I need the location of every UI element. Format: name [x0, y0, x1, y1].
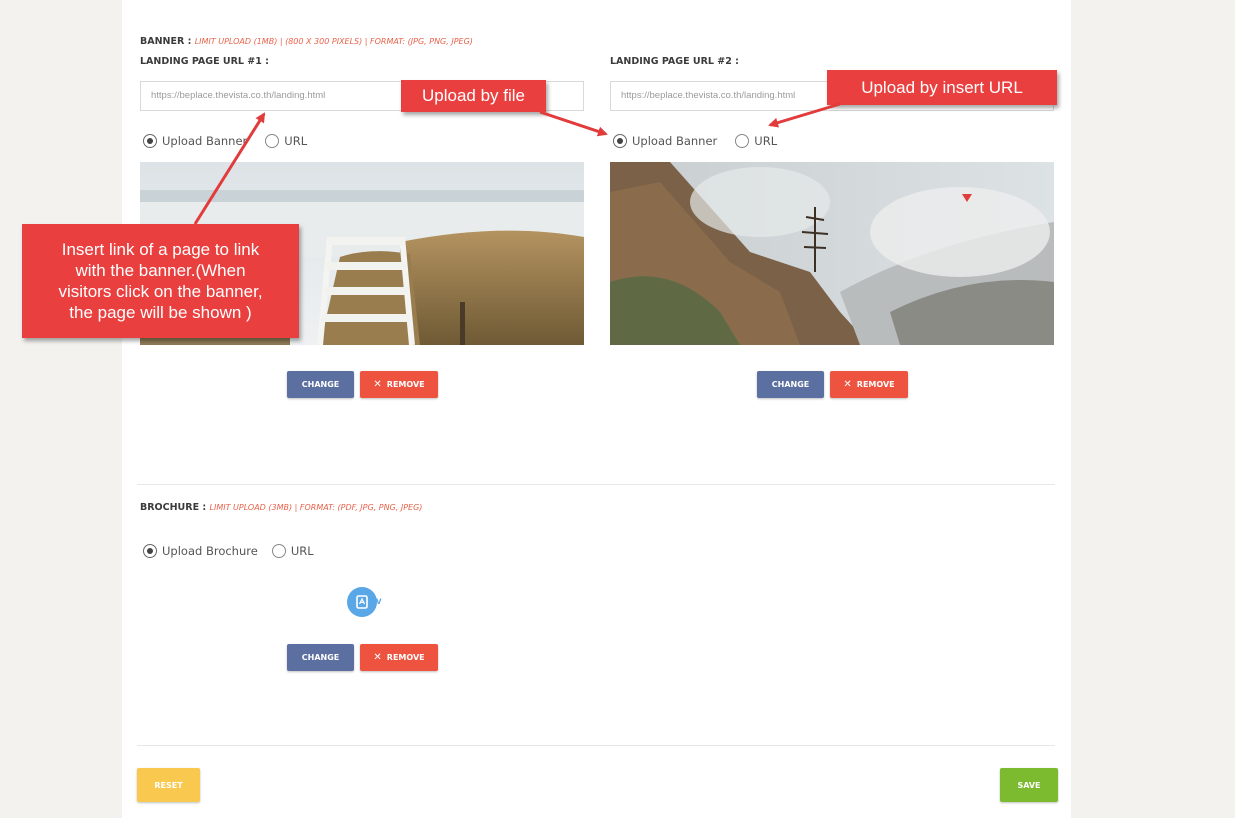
- arrow-to-upload-banner: [539, 110, 608, 137]
- arrow-to-url-radio: [768, 102, 841, 128]
- arrow-to-url-input: [193, 112, 266, 225]
- annotation-arrows: [193, 102, 841, 225]
